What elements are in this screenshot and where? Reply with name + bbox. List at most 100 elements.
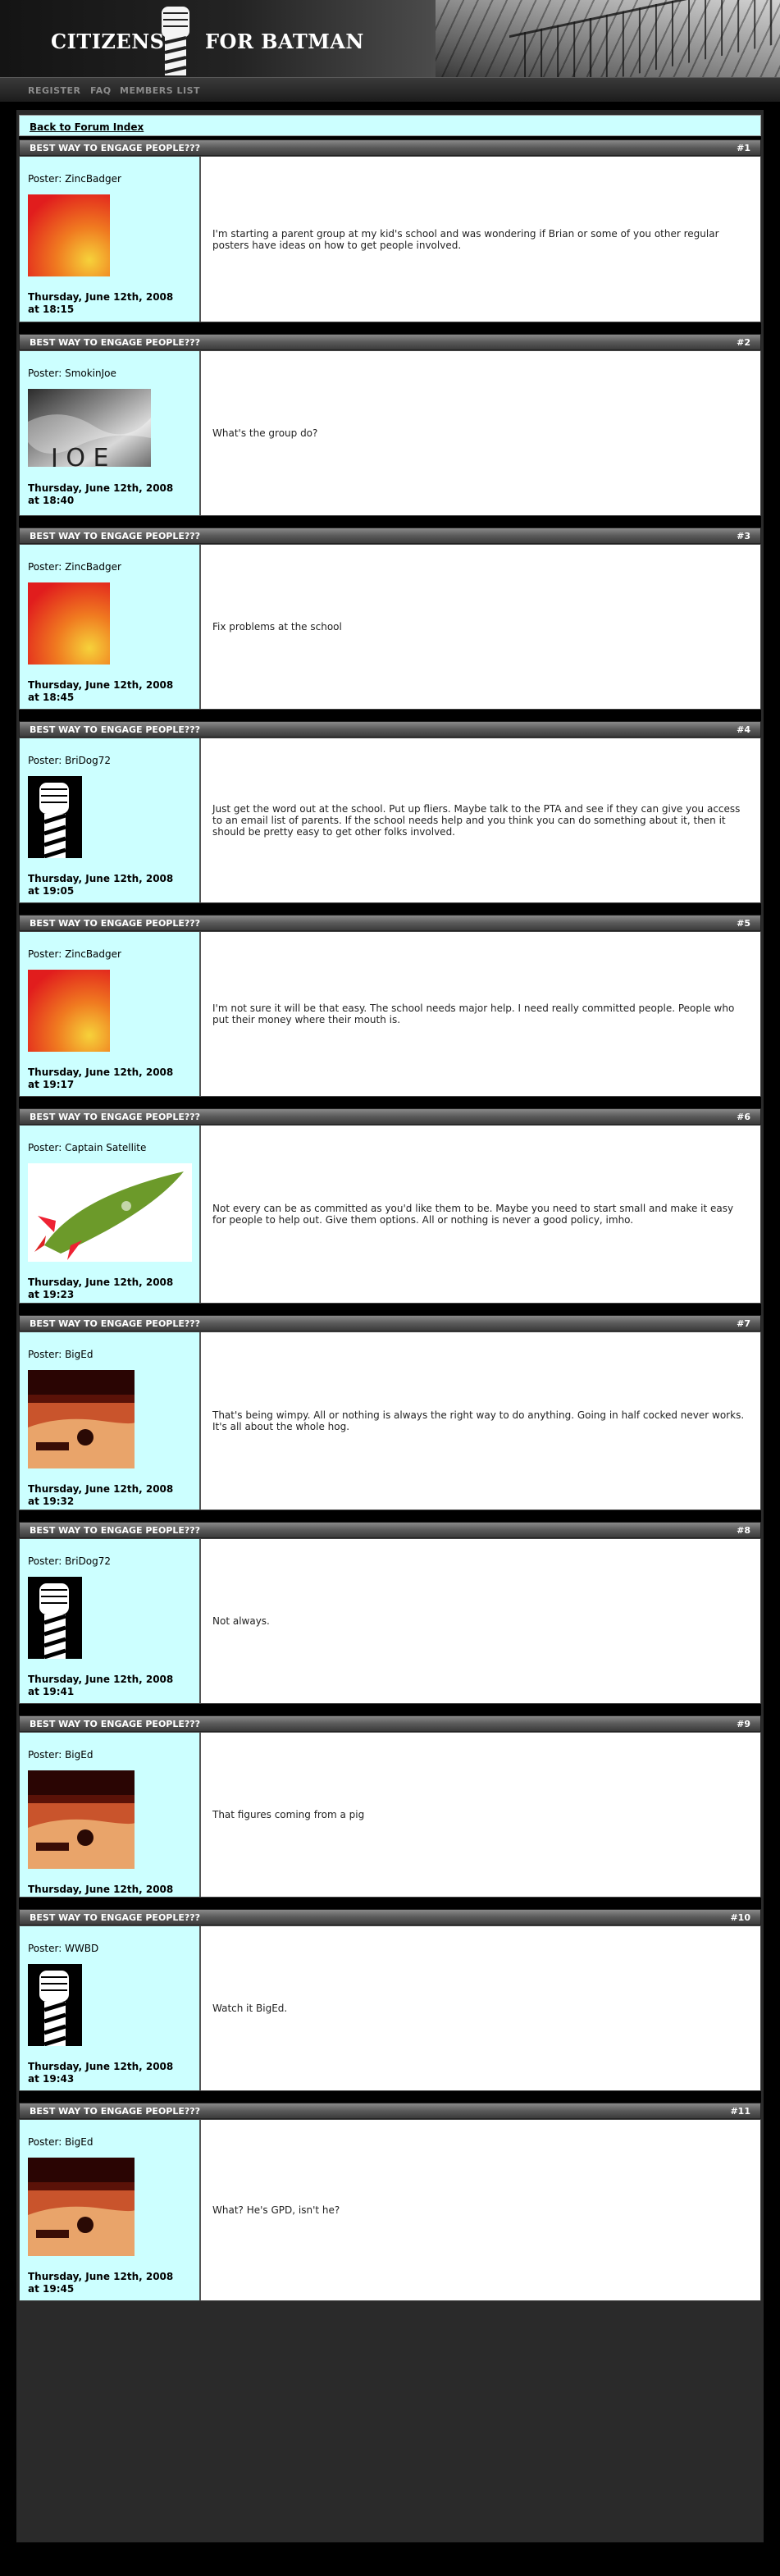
post-author-panel: Poster: SmokinJoe J O E Thursday, June 12t… bbox=[20, 351, 201, 515]
post-separator bbox=[19, 2091, 761, 2103]
post-header: BEST WAY TO ENGAGE PEOPLE??? #7 bbox=[19, 1315, 761, 1331]
post-title: BEST WAY TO ENGAGE PEOPLE??? bbox=[30, 1525, 201, 1536]
post-body: Poster: ZincBadger Thursday, June 12th, 2… bbox=[19, 156, 761, 322]
poster-name[interactable]: Poster: ZincBadger bbox=[28, 561, 191, 573]
back-to-forum-index-link[interactable]: Back to Forum Index bbox=[30, 121, 144, 133]
post-date: Thursday, June 12th, 2008 at 19:41 bbox=[28, 1674, 191, 1698]
post-time-line: at 19:42 bbox=[28, 1896, 75, 1907]
post-title: BEST WAY TO ENGAGE PEOPLE??? bbox=[30, 143, 201, 153]
post-header: BEST WAY TO ENGAGE PEOPLE??? #1 bbox=[19, 139, 761, 156]
post-header: BEST WAY TO ENGAGE PEOPLE??? #8 bbox=[19, 1522, 761, 1538]
post-author-panel: Poster: ZincBadger Thursday, June 12th, 2… bbox=[20, 545, 201, 709]
post-date-line: Thursday, June 12th, 2008 bbox=[28, 1277, 174, 1288]
post-date: Thursday, June 12th, 2008 at 19:17 bbox=[28, 1066, 191, 1091]
post-title: BEST WAY TO ENGAGE PEOPLE??? bbox=[30, 337, 201, 348]
post-body: Poster: WWBD Thursday, June 12th, 2008 at … bbox=[19, 1925, 761, 2091]
post-body: Poster: BriDog72 Thursday, June 12th, 200… bbox=[19, 1538, 761, 1704]
post-content: I'm starting a parent group at my kid's … bbox=[201, 157, 760, 322]
avatar bbox=[28, 776, 191, 861]
forum-post: BEST WAY TO ENGAGE PEOPLE??? #2 Poster: Sm… bbox=[19, 334, 761, 516]
post-body: Poster: BriDog72 Thursday, June 12th, 200… bbox=[19, 738, 761, 903]
post-separator bbox=[19, 1510, 761, 1522]
post-author-panel: Poster: ZincBadger Thursday, June 12th, 2… bbox=[20, 157, 201, 322]
post-body: Poster: SmokinJoe J O E Thursday, June 12t… bbox=[19, 350, 761, 516]
poster-name[interactable]: Poster: BigEd bbox=[28, 2136, 191, 2148]
forum-post: BEST WAY TO ENGAGE PEOPLE??? #1 Poster: Zi… bbox=[19, 139, 761, 322]
post-time-line: at 19:17 bbox=[28, 1079, 75, 1090]
post-header: BEST WAY TO ENGAGE PEOPLE??? #2 bbox=[19, 334, 761, 350]
post-header: BEST WAY TO ENGAGE PEOPLE??? #6 bbox=[19, 1108, 761, 1125]
post-author-panel: Poster: ZincBadger Thursday, June 12th, 2… bbox=[20, 932, 201, 1096]
post-separator bbox=[19, 516, 761, 528]
post-date-line: Thursday, June 12th, 2008 bbox=[28, 873, 174, 884]
post-date-line: Thursday, June 12th, 2008 bbox=[28, 291, 174, 303]
poster-name[interactable]: Poster: ZincBadger bbox=[28, 173, 191, 185]
post-date-line: Thursday, June 12th, 2008 bbox=[28, 482, 174, 494]
post-content: I'm not sure it will be that easy. The s… bbox=[201, 932, 760, 1096]
poster-name[interactable]: Poster: BigEd bbox=[28, 1349, 191, 1360]
forum-post: BEST WAY TO ENGAGE PEOPLE??? #8 Poster: Br… bbox=[19, 1522, 761, 1704]
post-time-line: at 19:45 bbox=[28, 2283, 75, 2295]
post-content: Fix problems at the school bbox=[201, 545, 760, 709]
post-date-line: Thursday, June 12th, 2008 bbox=[28, 2061, 174, 2072]
site-header: CITIZENS FOR BATMAN bbox=[0, 0, 780, 77]
post-date-line: Thursday, June 12th, 2008 bbox=[28, 1066, 174, 1078]
post-title: BEST WAY TO ENGAGE PEOPLE??? bbox=[30, 724, 201, 735]
post-time-line: at 18:45 bbox=[28, 692, 75, 703]
post-author-panel: Poster: BriDog72 Thursday, June 12th, 200… bbox=[20, 738, 201, 902]
forum-post: BEST WAY TO ENGAGE PEOPLE??? #10 Poster: W… bbox=[19, 1909, 761, 2091]
post-number: #10 bbox=[730, 1912, 750, 1923]
post-text: That figures coming from a pig bbox=[212, 1809, 365, 1820]
poster-name[interactable]: Poster: ZincBadger bbox=[28, 948, 191, 960]
post-separator bbox=[19, 322, 761, 334]
post-author-panel: Poster: WWBD Thursday, June 12th, 2008 at … bbox=[20, 1926, 201, 2090]
poster-name[interactable]: Poster: Captain Satellite bbox=[28, 1142, 191, 1153]
post-date: Thursday, June 12th, 2008 at 18:15 bbox=[28, 291, 191, 316]
post-number: #7 bbox=[737, 1318, 750, 1329]
post-header: BEST WAY TO ENGAGE PEOPLE??? #9 bbox=[19, 1715, 761, 1732]
poster-name[interactable]: Poster: WWBD bbox=[28, 1943, 191, 1954]
forum-post: BEST WAY TO ENGAGE PEOPLE??? #11 Poster: B… bbox=[19, 2103, 761, 2301]
avatar bbox=[28, 1964, 191, 2049]
nav-register-link[interactable]: REGISTER bbox=[28, 85, 81, 96]
post-header: BEST WAY TO ENGAGE PEOPLE??? #5 bbox=[19, 915, 761, 931]
post-time-line: at 19:41 bbox=[28, 1686, 75, 1697]
post-time-line: at 18:15 bbox=[28, 304, 75, 315]
poster-name[interactable]: Poster: BigEd bbox=[28, 1749, 191, 1761]
post-date: Thursday, June 12th, 2008 at 18:45 bbox=[28, 679, 191, 704]
post-date: Thursday, June 12th, 2008 at 18:40 bbox=[28, 482, 191, 507]
forum-post: BEST WAY TO ENGAGE PEOPLE??? #6 Poster: Ca… bbox=[19, 1108, 761, 1304]
post-content: Watch it BigEd. bbox=[201, 1926, 760, 2090]
nav-members-list-link[interactable]: MEMBERS LIST bbox=[120, 85, 200, 96]
forum-post: BEST WAY TO ENGAGE PEOPLE??? #5 Poster: Zi… bbox=[19, 915, 761, 1097]
poster-name[interactable]: Poster: SmokinJoe bbox=[28, 368, 191, 379]
poster-name[interactable]: Poster: BriDog72 bbox=[28, 1555, 191, 1567]
post-content: That's being wimpy. All or nothing is al… bbox=[201, 1332, 760, 1510]
post-header: BEST WAY TO ENGAGE PEOPLE??? #4 bbox=[19, 721, 761, 738]
post-content: That figures coming from a pig bbox=[201, 1733, 760, 1897]
post-text: Not every can be as committed as you'd l… bbox=[212, 1203, 734, 1226]
post-separator bbox=[19, 710, 761, 721]
post-body: Poster: Captain Satellite Thursday, June … bbox=[19, 1125, 761, 1304]
post-author-panel: Poster: Captain Satellite Thursday, June … bbox=[20, 1126, 201, 1303]
post-date-line: Thursday, June 12th, 2008 bbox=[28, 1483, 174, 1495]
post-content: Not always. bbox=[201, 1539, 760, 1703]
poster-name[interactable]: Poster: BriDog72 bbox=[28, 755, 191, 766]
post-header: BEST WAY TO ENGAGE PEOPLE??? #3 bbox=[19, 528, 761, 544]
nav-faq-link[interactable]: FAQ bbox=[90, 85, 112, 96]
avatar bbox=[28, 970, 191, 1055]
post-number: #4 bbox=[737, 724, 750, 735]
avatar bbox=[28, 1770, 191, 1872]
post-title: BEST WAY TO ENGAGE PEOPLE??? bbox=[30, 1318, 201, 1329]
avatar bbox=[28, 1577, 191, 1662]
nav-bar: REGISTER FAQ MEMBERS LIST bbox=[0, 77, 780, 102]
post-list: BEST WAY TO ENGAGE PEOPLE??? #1 Poster: Zi… bbox=[19, 136, 761, 2301]
post-content: Not every can be as committed as you'd l… bbox=[201, 1126, 760, 1303]
avatar bbox=[28, 1370, 191, 1472]
post-text: Not always. bbox=[212, 1615, 270, 1627]
post-date: Thursday, June 12th, 2008 at 19:23 bbox=[28, 1277, 191, 1301]
post-body: Poster: BigEd Thursday, June 12th, 2008 at… bbox=[19, 1331, 761, 1510]
post-number: #2 bbox=[737, 337, 750, 348]
post-date-line: Thursday, June 12th, 2008 bbox=[28, 679, 174, 691]
post-date: Thursday, June 12th, 2008 at 19:32 bbox=[28, 1483, 191, 1508]
